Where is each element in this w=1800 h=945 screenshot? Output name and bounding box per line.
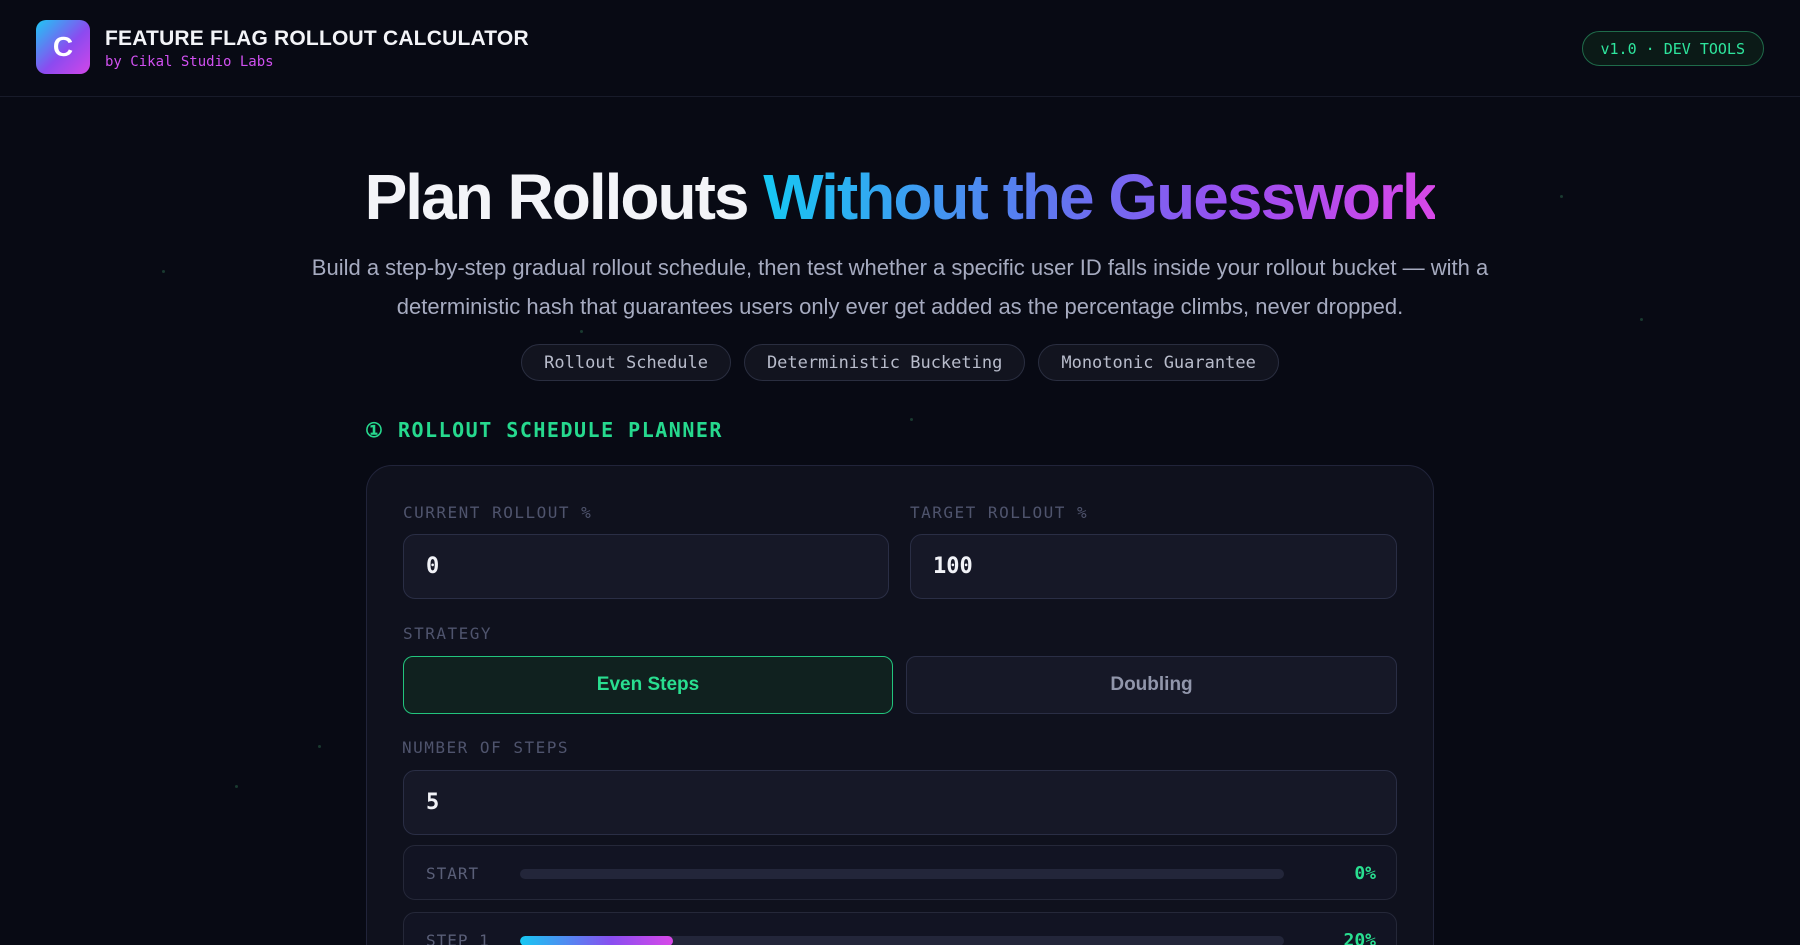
hero-description: Build a step-by-step gradual rollout sch…	[311, 255, 1489, 319]
strategy-doubling-button[interactable]: Doubling	[906, 656, 1397, 714]
schedule-step-percent: 0%	[1354, 863, 1376, 884]
background-dot	[580, 330, 583, 333]
hero-title: Plan Rollouts Without the Guesswork	[0, 160, 1800, 234]
steps-label: NUMBER OF STEPS	[402, 738, 569, 757]
target-rollout-label: TARGET ROLLOUT %	[910, 503, 1089, 522]
schedule-step-label: STEP 1	[426, 931, 490, 945]
strategy-label: STRATEGY	[403, 624, 493, 643]
background-dot	[235, 785, 238, 788]
hero-title-gradient: Without the Guesswork	[763, 161, 1437, 233]
feature-pills: Rollout Schedule Deterministic Bucketing…	[0, 344, 1800, 381]
number-of-steps-input[interactable]: 5	[403, 770, 1397, 835]
planner-card: CURRENT ROLLOUT % 0 TARGET ROLLOUT % 100…	[366, 465, 1434, 945]
app-title: FEATURE FLAG ROLLOUT CALCULATOR	[105, 27, 529, 50]
schedule-row-step-1: STEP 1 20%	[403, 912, 1397, 945]
schedule-step-percent: 20%	[1343, 930, 1376, 945]
current-rollout-label: CURRENT ROLLOUT %	[403, 503, 593, 522]
schedule-row-start: START 0%	[403, 845, 1397, 900]
background-dot	[318, 745, 321, 748]
current-rollout-input[interactable]: 0	[403, 534, 889, 599]
schedule-progress-track	[520, 936, 1284, 945]
pill-monotonic-guarantee: Monotonic Guarantee	[1038, 344, 1279, 381]
app-subtitle: by Cikal Studio Labs	[105, 54, 274, 70]
schedule-progress-fill	[520, 936, 673, 945]
schedule-step-label: START	[426, 864, 480, 883]
schedule-progress-track	[520, 869, 1284, 879]
version-badge: v1.0 · DEV TOOLS	[1581, 31, 1764, 66]
background-dot	[910, 418, 913, 421]
app-logo: C	[36, 20, 90, 74]
section-title-planner: ① ROLLOUT SCHEDULE PLANNER	[365, 418, 723, 442]
pill-rollout-schedule: Rollout Schedule	[521, 344, 731, 381]
background-dot	[1640, 318, 1643, 321]
target-rollout-input[interactable]: 100	[910, 534, 1397, 599]
app-header: C FEATURE FLAG ROLLOUT CALCULATOR by Cik…	[0, 0, 1800, 97]
pill-deterministic-bucketing: Deterministic Bucketing	[743, 344, 1026, 381]
logo-letter: C	[52, 31, 74, 62]
strategy-even-steps-button[interactable]: Even Steps	[403, 656, 893, 714]
hero-title-plain: Plan Rollouts	[364, 161, 750, 233]
background-dot	[162, 270, 165, 273]
